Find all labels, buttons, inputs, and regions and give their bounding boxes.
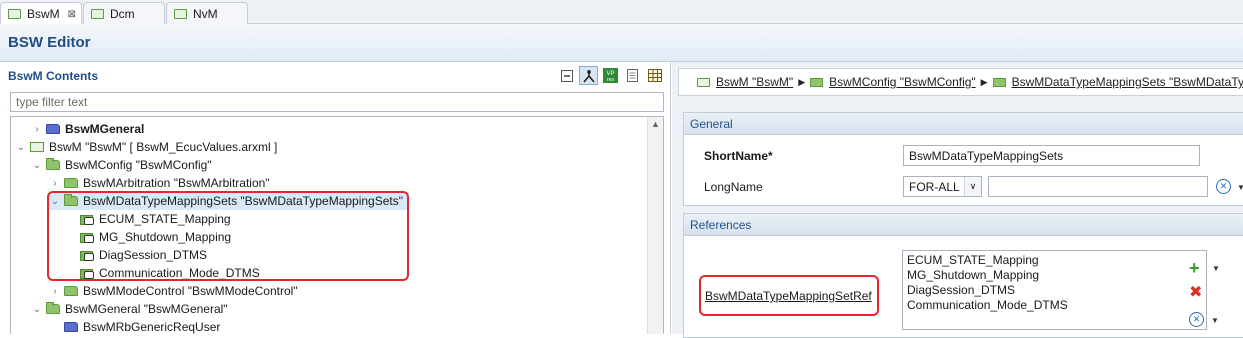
tab-nvm[interactable]: NvM: [166, 2, 248, 24]
tab-label: NvM: [193, 6, 218, 21]
references-section-header[interactable]: References: [684, 214, 1243, 236]
folder-icon: [810, 77, 824, 87]
longname-field[interactable]: [988, 176, 1208, 197]
edit-multilanguage-icon[interactable]: ✕: [1216, 179, 1231, 194]
language-select[interactable]: FOR-ALL ∨: [903, 176, 982, 197]
list-item[interactable]: ECUM_STATE_Mapping: [907, 253, 1202, 268]
breadcrumb-label: BswMConfig "BswMConfig": [829, 75, 976, 89]
details-panel: BswM "BswM" ▶ BswMConfig "BswMConfig" ▶ …: [672, 62, 1243, 338]
shortname-field[interactable]: BswMDataTypeMappingSets: [903, 145, 1200, 166]
tree-item[interactable]: ⌄ BswMGeneral "BswMGeneral": [31, 300, 228, 318]
module-icon: [30, 142, 44, 152]
page-title: BSW Editor: [8, 34, 91, 51]
list-item[interactable]: Communication_Mode_DTMS: [907, 298, 1202, 313]
folder-open-icon: [46, 158, 60, 170]
chevron-right-icon[interactable]: ›: [49, 178, 61, 189]
tree-item-label: BswMConfig "BswMConfig": [65, 158, 212, 172]
tree-item-label: BswMGeneral: [65, 122, 145, 136]
tree-item-label: BswMArbitration "BswMArbitration": [83, 176, 270, 190]
module-icon: [91, 8, 104, 19]
breadcrumb-item[interactable]: BswMDataTypeMappingSets "BswMDataTy: [992, 75, 1243, 89]
variant-filter-icon[interactable]: VP res: [601, 66, 620, 85]
tree-item-label: BswMGeneral "BswMGeneral": [65, 302, 228, 316]
link-with-editor-icon[interactable]: [579, 66, 598, 85]
remove-reference-icon[interactable]: ✖: [1189, 285, 1202, 301]
breadcrumb: BswM "BswM" ▶ BswMConfig "BswMConfig" ▶ …: [678, 68, 1243, 96]
contents-title: BswM Contents: [8, 69, 98, 83]
scroll-up-icon[interactable]: ▲: [651, 119, 660, 129]
longname-label: LongName: [704, 180, 763, 194]
tree-scrollbar[interactable]: ▲: [647, 117, 663, 334]
editor-tab-strip: BswM ⊠ Dcm NvM: [0, 0, 1243, 25]
contents-toolbar: VP res: [557, 66, 664, 85]
svg-text:res: res: [607, 77, 614, 83]
highlight-box: [699, 275, 879, 316]
breadcrumb-item[interactable]: BswMConfig "BswMConfig": [810, 75, 976, 89]
chevron-right-icon[interactable]: ›: [31, 124, 43, 135]
caret-down-icon[interactable]: ▼: [1211, 316, 1219, 325]
folder-icon: [64, 322, 78, 332]
tab-label: Dcm: [110, 6, 135, 21]
module-icon: [697, 77, 710, 87]
tab-label: BswM: [27, 7, 60, 21]
folder-icon: [992, 77, 1006, 87]
folder-icon: [64, 286, 78, 296]
caret-down-icon[interactable]: ▼: [1237, 183, 1243, 192]
tree-item[interactable]: › BswMGeneral: [31, 120, 144, 138]
tree-item[interactable]: › BswMModeControl "BswMModeControl": [49, 282, 298, 300]
chevron-down-icon[interactable]: ⌄: [15, 142, 27, 153]
contents-panel: BswM Contents VP res type filter text › B…: [0, 62, 671, 334]
caret-down-icon[interactable]: ▼: [1212, 264, 1220, 273]
editor-title-bar: BSW Editor: [0, 24, 1243, 62]
folder-icon: [46, 124, 60, 134]
tab-bswm[interactable]: BswM ⊠: [0, 2, 82, 25]
highlight-box: [47, 191, 409, 281]
filter-input[interactable]: type filter text: [10, 92, 664, 112]
edit-reference-icon[interactable]: ✕: [1189, 312, 1204, 327]
breadcrumb-label: BswM "BswM": [716, 75, 794, 89]
chevron-down-icon[interactable]: ⌄: [31, 304, 43, 315]
tab-dcm[interactable]: Dcm: [83, 2, 165, 24]
general-section: General ShortName* BswMDataTypeMappingSe…: [683, 112, 1243, 206]
chevron-down-icon[interactable]: ∨: [964, 177, 981, 196]
breadcrumb-label: BswMDataTypeMappingSets "BswMDataTy: [1011, 75, 1243, 89]
tree-item-label: BswMRbGenericReqUser: [83, 320, 221, 334]
breadcrumb-separator-icon: ▶: [798, 76, 806, 87]
tree-item[interactable]: › BswMArbitration "BswMArbitration": [49, 174, 270, 192]
chevron-down-icon[interactable]: ⌄: [31, 160, 43, 171]
tree-item[interactable]: ⌄ BswM "BswM" [ BswM_EcucValues.arxml ]: [15, 138, 278, 156]
document-icon[interactable]: [623, 66, 642, 85]
tree-item[interactable]: BswMRbGenericReqUser: [61, 318, 220, 334]
list-item[interactable]: MG_Shutdown_Mapping: [907, 268, 1202, 283]
breadcrumb-item[interactable]: BswM "BswM": [697, 75, 793, 89]
folder-open-icon: [46, 302, 60, 314]
tree-item-label: BswMModeControl "BswMModeControl": [83, 284, 298, 298]
tree-item[interactable]: ⌄ BswMConfig "BswMConfig": [31, 156, 212, 174]
module-icon: [174, 8, 187, 19]
collapse-all-icon[interactable]: [557, 66, 576, 85]
table-view-icon[interactable]: [645, 66, 664, 85]
chevron-right-icon[interactable]: ›: [49, 286, 61, 297]
folder-icon: [64, 178, 78, 188]
general-section-header[interactable]: General: [684, 113, 1243, 135]
breadcrumb-separator-icon: ▶: [980, 76, 988, 87]
reference-list[interactable]: ECUM_STATE_Mapping MG_Shutdown_Mapping D…: [902, 250, 1207, 330]
module-icon: [8, 9, 21, 19]
shortname-label: ShortName*: [704, 149, 773, 163]
add-reference-icon[interactable]: +: [1189, 259, 1200, 277]
tree-item-label: BswM "BswM" [ BswM_EcucValues.arxml ]: [49, 140, 278, 154]
close-icon[interactable]: ⊠: [68, 9, 76, 20]
language-value: FOR-ALL: [909, 179, 960, 194]
list-item[interactable]: DiagSession_DTMS: [907, 283, 1202, 298]
